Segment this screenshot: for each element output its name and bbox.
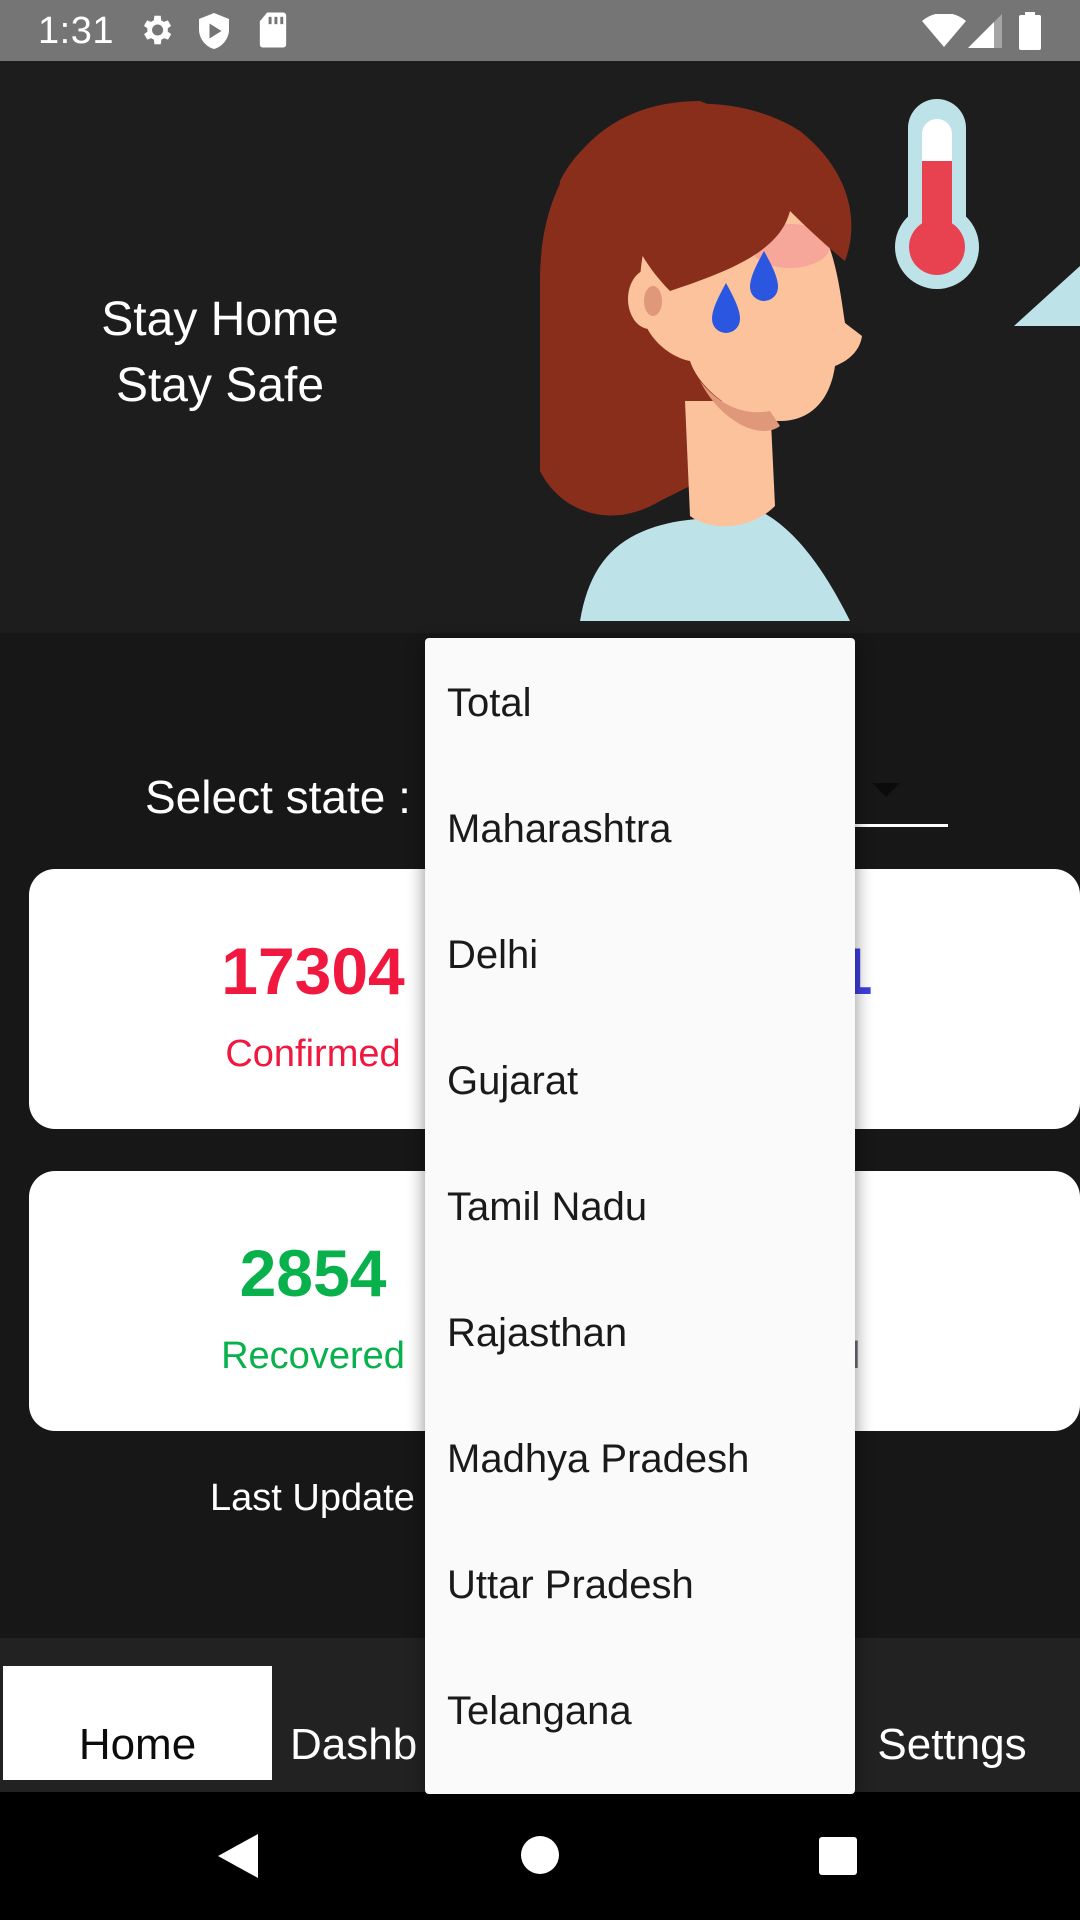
wifi-icon <box>922 14 966 47</box>
dropdown-option[interactable]: Delhi <box>447 933 538 978</box>
gear-icon <box>143 15 172 45</box>
recents-square-icon[interactable] <box>818 1836 858 1876</box>
tab-settings[interactable]: Settngs <box>862 1638 1042 1792</box>
chevron-down-icon[interactable] <box>872 783 900 797</box>
cell-signal-icon <box>968 14 1002 48</box>
shield-icon <box>199 13 229 49</box>
app-screen: 1:31 Stay Home Stay Safe Select state: … <box>0 0 1080 1920</box>
back-icon[interactable] <box>216 1832 260 1880</box>
dropdown-option[interactable]: Rajasthan <box>447 1311 627 1356</box>
home-circle-icon[interactable] <box>519 1834 561 1876</box>
battery-icon <box>1019 12 1041 50</box>
recovered-count: 2854 <box>239 1236 387 1310</box>
dropdown-option[interactable]: Gujarat <box>447 1059 578 1104</box>
dropdown-option[interactable]: Uttar Pradesh <box>447 1563 694 1608</box>
status-time: 1:31 <box>38 10 114 52</box>
dropdown-option[interactable]: Tamil Nadu <box>447 1185 647 1230</box>
confirmed-count: 17304 <box>221 934 405 1008</box>
dropdown-option[interactable]: Maharashtra <box>447 807 672 852</box>
dropdown-option[interactable]: Total <box>447 681 532 726</box>
last-update-label: Last Update <box>210 1477 415 1519</box>
confirmed-stat: 17304 Confirmed <box>163 933 463 1076</box>
dropdown-option[interactable]: Madhya Pradesh <box>447 1437 749 1482</box>
select-state-label: Select state : <box>145 771 411 823</box>
sd-card-icon <box>259 12 287 48</box>
tab-home[interactable]: Home <box>3 1666 272 1780</box>
system-navigation-bar <box>0 1792 1080 1920</box>
dropdown-option[interactable]: Telangana <box>447 1689 632 1734</box>
status-bar: 1:31 <box>0 0 1080 61</box>
confirmed-label: Confirmed <box>225 1033 401 1075</box>
state-dropdown-menu: Total Maharashtra Delhi Gujarat Tamil Na… <box>425 638 855 1794</box>
hero-banner: Stay Home Stay Safe <box>0 61 1080 633</box>
recovered-label: Recovered <box>221 1335 405 1377</box>
sick-woman-illustration <box>540 99 1080 621</box>
tab-home-label: Home <box>78 1720 197 1769</box>
recovered-stat: 2854 Recovered <box>163 1235 463 1378</box>
tab-settings-label: Settngs <box>877 1720 1027 1769</box>
